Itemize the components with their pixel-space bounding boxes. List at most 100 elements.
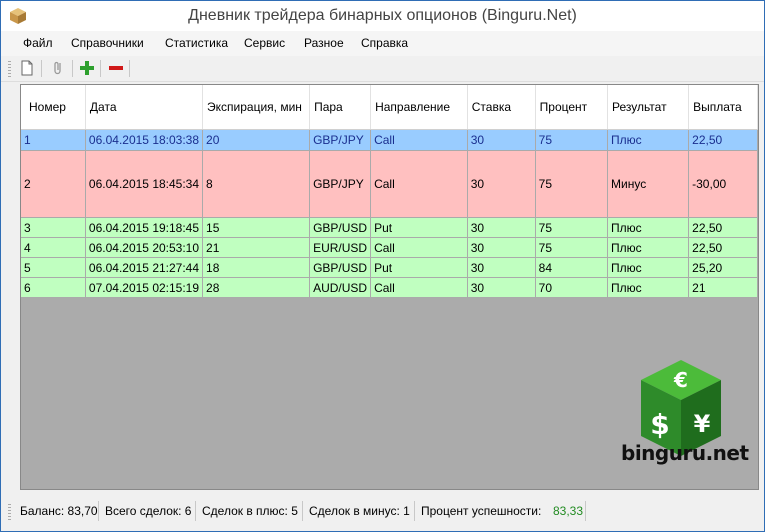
cell[interactable]: Минус <box>607 150 690 218</box>
cell[interactable]: 30 <box>467 237 536 258</box>
status-total-deals: Всего сделок: 6 <box>105 504 192 518</box>
add-icon[interactable] <box>78 59 96 77</box>
cell[interactable]: 21 <box>688 277 758 298</box>
status-minus-deals: Сделок в минус: 1 <box>309 504 410 518</box>
cell[interactable]: 30 <box>467 257 536 278</box>
cell[interactable]: 5 <box>21 257 86 278</box>
status-success-label: Процент успешности: <box>421 504 542 518</box>
col-result[interactable]: Результат <box>607 85 690 130</box>
status-separator <box>302 501 303 521</box>
col-date[interactable]: Дата <box>85 85 204 130</box>
cell[interactable]: Плюс <box>607 257 690 278</box>
cell[interactable]: 2 <box>21 150 86 218</box>
cell[interactable]: Плюс <box>607 237 690 258</box>
trades-table: Номер Дата Экспирация, мин Пара Направле… <box>21 85 758 298</box>
cell[interactable]: 22,50 <box>688 217 758 238</box>
euro-symbol: € <box>673 368 688 392</box>
table-row[interactable]: 1 06.04.2015 18:03:38 20 GBP/JPY Call 30… <box>21 129 758 151</box>
cell[interactable]: 06.04.2015 18:45:34 <box>85 150 204 218</box>
cell[interactable]: GBP/USD <box>309 257 372 278</box>
cell[interactable]: GBP/JPY <box>309 129 372 151</box>
cell[interactable]: 06.04.2015 19:18:45 <box>85 217 204 238</box>
cell[interactable]: 4 <box>21 237 86 258</box>
cell[interactable]: Call <box>370 237 468 258</box>
cell[interactable]: 30 <box>467 129 536 151</box>
cell[interactable]: EUR/USD <box>309 237 372 258</box>
cell[interactable]: Плюс <box>607 129 690 151</box>
cell[interactable]: Плюс <box>607 217 690 238</box>
cell[interactable]: 20 <box>202 129 311 151</box>
col-pair[interactable]: Пара <box>309 85 372 130</box>
cell[interactable]: GBP/JPY <box>309 150 372 218</box>
cell[interactable]: Call <box>370 150 468 218</box>
status-balance: Баланс: 83,70 <box>20 504 98 518</box>
status-separator <box>98 501 99 521</box>
cell[interactable]: 6 <box>21 277 86 298</box>
cell[interactable]: Call <box>370 277 468 298</box>
col-percent[interactable]: Процент <box>535 85 609 130</box>
cell[interactable]: 75 <box>535 129 609 151</box>
cell[interactable]: -30,00 <box>688 150 758 218</box>
menu-bar: Файл Справочники Статистика Сервис Разно… <box>1 31 764 56</box>
cell[interactable]: 22,50 <box>688 129 758 151</box>
toolbar-separator <box>129 60 130 77</box>
status-separator <box>195 501 196 521</box>
cell[interactable]: 28 <box>202 277 311 298</box>
cell[interactable]: 30 <box>467 277 536 298</box>
cell[interactable]: 70 <box>535 277 609 298</box>
col-expiration[interactable]: Экспирация, мин <box>202 85 311 130</box>
menu-file[interactable]: Файл <box>23 36 53 50</box>
cell[interactable]: 75 <box>535 150 609 218</box>
title-bar: Дневник трейдера бинарных опционов (Bing… <box>1 1 764 31</box>
toolbar-grip <box>8 61 11 77</box>
cell[interactable]: 18 <box>202 257 311 278</box>
table-row[interactable]: 3 06.04.2015 19:18:45 15 GBP/USD Put 30 … <box>21 217 758 238</box>
cell[interactable]: Call <box>370 129 468 151</box>
cell[interactable]: 30 <box>467 217 536 238</box>
cell[interactable]: 21 <box>202 237 311 258</box>
cell[interactable]: 25,20 <box>688 257 758 278</box>
remove-icon[interactable] <box>107 59 125 77</box>
cell[interactable]: 22,50 <box>688 237 758 258</box>
cell[interactable]: Плюс <box>607 277 690 298</box>
toolbar <box>1 56 764 82</box>
col-direction[interactable]: Направление <box>370 85 468 130</box>
cell[interactable]: 06.04.2015 20:53:10 <box>85 237 204 258</box>
cell[interactable]: 8 <box>202 150 311 218</box>
col-payout[interactable]: Выплата <box>688 85 758 130</box>
table-row[interactable]: 5 06.04.2015 21:27:44 18 GBP/USD Put 30 … <box>21 257 758 278</box>
cell[interactable]: 75 <box>535 217 609 238</box>
menu-misc[interactable]: Разное <box>304 36 344 50</box>
cell[interactable]: GBP/USD <box>309 217 372 238</box>
cell[interactable]: 3 <box>21 217 86 238</box>
cell[interactable]: 06.04.2015 21:27:44 <box>85 257 204 278</box>
cell[interactable]: Put <box>370 217 468 238</box>
window-title: Дневник трейдера бинарных опционов (Bing… <box>188 7 577 24</box>
cell[interactable]: 1 <box>21 129 86 151</box>
menu-references[interactable]: Справочники <box>71 36 144 50</box>
logo-text: binguru.net <box>621 441 749 465</box>
cell[interactable]: 07.04.2015 02:15:19 <box>85 277 204 298</box>
table-row[interactable]: 4 06.04.2015 20:53:10 21 EUR/USD Call 30… <box>21 237 758 258</box>
col-stake[interactable]: Ставка <box>467 85 536 130</box>
table-row[interactable]: 2 06.04.2015 18:45:34 8 GBP/JPY Call 30 … <box>21 150 758 218</box>
new-document-icon[interactable] <box>18 59 36 77</box>
col-number[interactable]: Номер <box>21 85 86 130</box>
cell[interactable]: 30 <box>467 150 536 218</box>
toolbar-separator <box>100 60 101 77</box>
table-row[interactable]: 6 07.04.2015 02:15:19 28 AUD/USD Call 30… <box>21 277 758 298</box>
cell[interactable]: Put <box>370 257 468 278</box>
status-separator <box>414 501 415 521</box>
menu-service[interactable]: Сервис <box>244 36 285 50</box>
cell[interactable]: 75 <box>535 237 609 258</box>
cell[interactable]: 06.04.2015 18:03:38 <box>85 129 204 151</box>
menu-help[interactable]: Справка <box>361 36 408 50</box>
app-window: Дневник трейдера бинарных опционов (Bing… <box>0 0 765 532</box>
cell[interactable]: AUD/USD <box>309 277 372 298</box>
cell[interactable]: 84 <box>535 257 609 278</box>
cell[interactable]: 15 <box>202 217 311 238</box>
attach-icon[interactable] <box>49 59 67 77</box>
yen-symbol: ¥ <box>694 410 711 438</box>
menu-statistics[interactable]: Статистика <box>165 36 228 50</box>
statusbar-grip <box>8 504 11 520</box>
